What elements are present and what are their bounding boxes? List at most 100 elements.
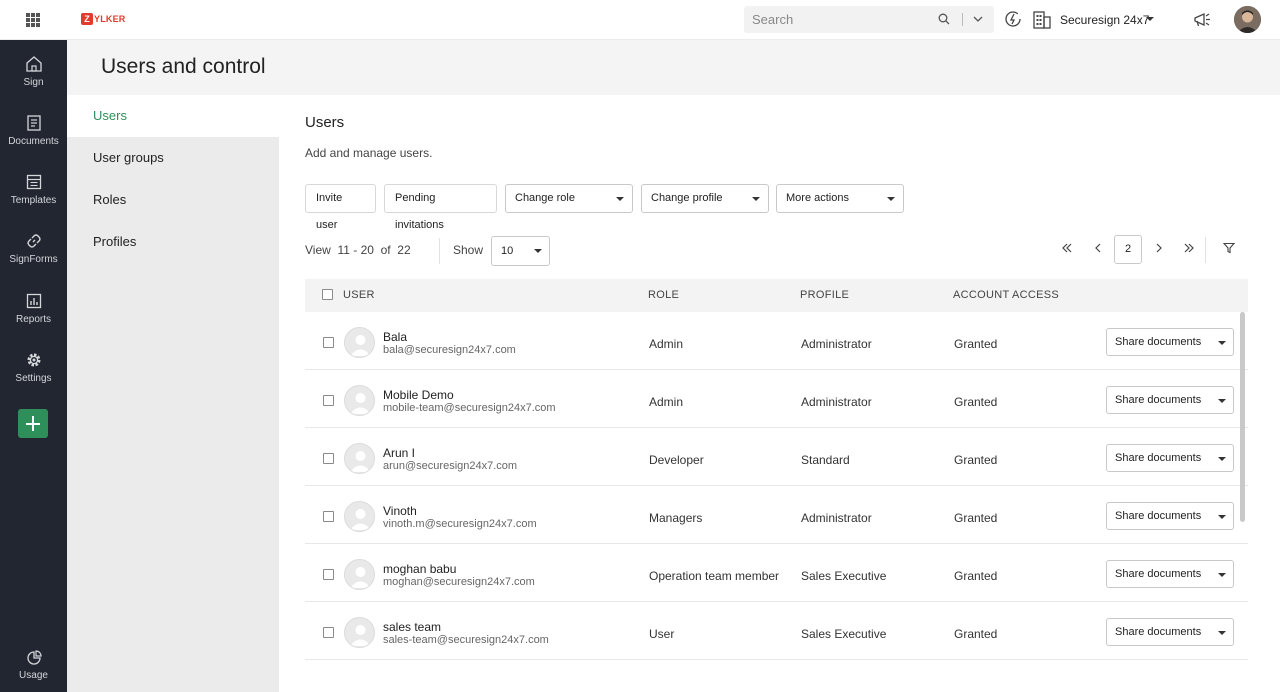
row-checkbox[interactable] xyxy=(323,395,334,406)
company-logo[interactable]: Z YLKER xyxy=(81,13,126,25)
user-email: vinoth.m@securesign24x7.com xyxy=(383,518,537,530)
table-row[interactable]: Bala bala@securesign24x7.com Admin Admin… xyxy=(305,312,1248,370)
nav-item-settings[interactable]: Settings xyxy=(0,351,67,384)
account-access-status: Granted xyxy=(954,337,998,351)
table-row[interactable]: Mobile Demo mobile-team@securesign24x7.c… xyxy=(305,370,1248,428)
current-page[interactable]: 2 xyxy=(1114,235,1142,264)
create-new-button[interactable] xyxy=(18,409,48,438)
user-profile: Sales Executive xyxy=(801,569,887,583)
caret-down-icon xyxy=(1218,399,1226,403)
search-icon[interactable] xyxy=(938,13,950,25)
nav-label-usage: Usage xyxy=(19,670,48,681)
chevron-down-icon[interactable] xyxy=(972,13,984,25)
row-checkbox[interactable] xyxy=(323,627,334,638)
change-role-dropdown[interactable]: Change role xyxy=(505,184,633,213)
user-name: Vinoth xyxy=(383,504,417,518)
user-profile: Administrator xyxy=(801,395,872,409)
prev-page-icon[interactable] xyxy=(1088,240,1108,260)
table-row[interactable]: Arun I arun@securesign24x7.com Developer… xyxy=(305,428,1248,486)
nav-item-templates[interactable]: Templates xyxy=(0,173,67,206)
org-dropdown-caret-icon[interactable] xyxy=(1146,17,1154,21)
organization-icon[interactable] xyxy=(1032,10,1052,30)
link-icon xyxy=(26,234,41,248)
user-profile: Administrator xyxy=(801,511,872,525)
user-role: Admin xyxy=(649,395,684,409)
share-documents-dropdown[interactable]: Share documents xyxy=(1106,502,1234,530)
subnav-item-roles[interactable]: Roles xyxy=(67,179,279,221)
row-checkbox[interactable] xyxy=(323,453,334,464)
page-header: Users and control xyxy=(67,40,1280,95)
nav-label-templates: Templates xyxy=(10,195,57,206)
first-page-icon[interactable] xyxy=(1057,240,1077,260)
subnav-item-profiles[interactable]: Profiles xyxy=(67,221,279,263)
table-row[interactable]: sales team sales-team@securesign24x7.com… xyxy=(305,602,1248,660)
invite-user-button[interactable]: Invite user xyxy=(305,184,376,231)
nav-item-reports[interactable]: Reports xyxy=(0,292,67,325)
organization-name[interactable]: Securesign 24x7 xyxy=(1060,13,1149,27)
share-documents-dropdown[interactable]: Share documents xyxy=(1106,560,1234,588)
user-role: Operation team member xyxy=(649,569,780,583)
user-email: arun@securesign24x7.com xyxy=(383,460,518,472)
nav-label-settings: Settings xyxy=(15,373,52,384)
nav-item-documents[interactable]: Documents xyxy=(0,114,67,147)
caret-down-icon xyxy=(752,197,760,201)
documents-icon xyxy=(26,115,41,131)
user-avatar[interactable] xyxy=(1234,6,1261,33)
caret-down-icon xyxy=(1218,457,1226,461)
top-bar: ZYLKER Securesign 24x7 xyxy=(0,0,1280,40)
caret-down-icon xyxy=(1218,573,1226,577)
share-documents-dropdown[interactable]: Share documents xyxy=(1106,444,1234,472)
next-page-icon[interactable] xyxy=(1149,240,1169,260)
caret-down-icon xyxy=(1218,341,1226,345)
row-checkbox[interactable] xyxy=(323,569,334,580)
activity-icon[interactable] xyxy=(1004,10,1022,28)
main-content: Users Add and manage users. Invite user … xyxy=(279,95,1280,692)
table-scrollbar[interactable] xyxy=(1240,312,1245,522)
row-checkbox[interactable] xyxy=(323,511,334,522)
filter-icon[interactable] xyxy=(1219,240,1239,260)
column-header-profile[interactable]: PROFILE xyxy=(800,289,849,301)
subnav-item-user-groups[interactable]: User groups xyxy=(67,137,279,179)
row-checkbox[interactable] xyxy=(323,337,334,348)
share-documents-label: Share documents xyxy=(1115,510,1202,522)
change-profile-label: Change profile xyxy=(651,192,723,204)
user-email: bala@securesign24x7.com xyxy=(383,344,516,356)
nav-item-usage[interactable]: Usage xyxy=(0,650,67,681)
table-row[interactable]: moghan babu moghan@securesign24x7.com Op… xyxy=(305,544,1248,602)
page-size-select[interactable]: 10 xyxy=(491,236,550,266)
change-profile-dropdown[interactable]: Change profile xyxy=(641,184,769,213)
share-documents-dropdown[interactable]: Share documents xyxy=(1106,328,1234,356)
select-all-checkbox[interactable] xyxy=(322,289,333,300)
column-header-user[interactable]: USER xyxy=(343,289,375,301)
share-documents-label: Share documents xyxy=(1115,626,1202,638)
app-grid-icon[interactable] xyxy=(26,13,40,27)
announcement-icon[interactable] xyxy=(1192,10,1212,30)
share-documents-dropdown[interactable]: Share documents xyxy=(1106,386,1234,414)
user-name: Mobile Demo xyxy=(383,388,454,402)
search-input[interactable] xyxy=(752,11,932,28)
user-email: moghan@securesign24x7.com xyxy=(383,576,535,588)
share-documents-dropdown[interactable]: Share documents xyxy=(1106,618,1234,646)
user-role: Developer xyxy=(649,453,704,467)
view-range: View 11 - 20 of 22 xyxy=(305,243,411,257)
user-role: User xyxy=(649,627,675,641)
last-page-icon[interactable] xyxy=(1179,240,1199,260)
share-documents-label: Share documents xyxy=(1115,568,1202,580)
user-profile: Sales Executive xyxy=(801,627,887,641)
more-actions-dropdown[interactable]: More actions xyxy=(776,184,904,213)
user-email: mobile-team@securesign24x7.com xyxy=(383,402,556,414)
reports-icon xyxy=(26,293,41,309)
nav-item-sign[interactable]: Sign xyxy=(0,55,67,88)
nav-item-signforms[interactable]: SignForms xyxy=(0,232,67,265)
caret-down-icon xyxy=(534,249,542,253)
settings-subnav: Users User groups Roles Profiles xyxy=(67,95,279,692)
share-documents-label: Share documents xyxy=(1115,336,1202,348)
section-description: Add and manage users. xyxy=(305,146,433,160)
pending-invitations-button[interactable]: Pending invitations xyxy=(384,184,497,231)
subnav-item-users[interactable]: Users xyxy=(67,95,279,137)
column-header-account-access[interactable]: ACCOUNT ACCESS xyxy=(953,289,1059,301)
user-name: Arun I xyxy=(383,446,416,460)
column-header-role[interactable]: ROLE xyxy=(648,289,679,301)
table-row[interactable]: Vinoth vinoth.m@securesign24x7.com Manag… xyxy=(305,486,1248,544)
nav-label-documents: Documents xyxy=(8,136,59,147)
